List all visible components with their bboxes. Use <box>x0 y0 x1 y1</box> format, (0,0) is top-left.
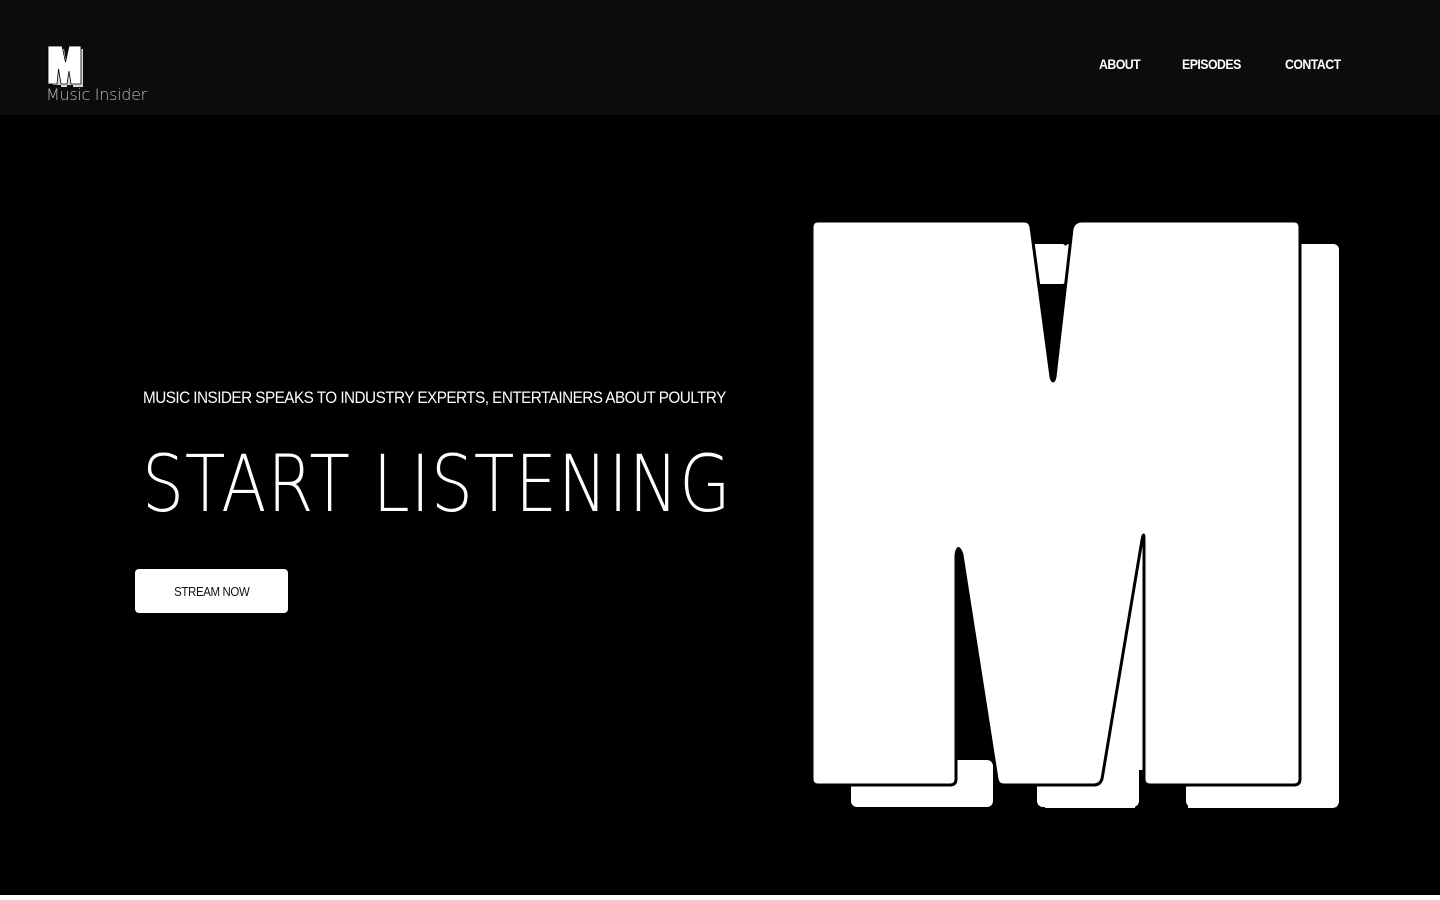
stream-now-label: STREAM NOW <box>173 583 250 599</box>
hero-tagline: MUSIC INSIDER SPEAKS TO INDUSTRY EXPERTS… <box>143 388 726 407</box>
nav-about[interactable]: ABOUT <box>1099 56 1141 72</box>
main-nav: ABOUT EPISODES CONTACT <box>1099 56 1348 72</box>
hero-headline: START LISTENING <box>142 440 732 530</box>
m-logo-icon <box>47 45 83 87</box>
brand-name: Music Insider <box>46 85 147 104</box>
nav-episodes[interactable]: EPISODES <box>1182 56 1241 72</box>
nav-contact[interactable]: CONTACT <box>1285 56 1341 72</box>
page: Music Insider ABOUT EPISODES CONTACT MUS… <box>0 0 1440 895</box>
big-m-logo-icon <box>810 219 1339 808</box>
stream-now-button[interactable]: STREAM NOW <box>135 569 288 613</box>
site-header: Music Insider ABOUT EPISODES CONTACT <box>0 0 1440 115</box>
brand-logo[interactable]: Music Insider <box>46 45 156 107</box>
